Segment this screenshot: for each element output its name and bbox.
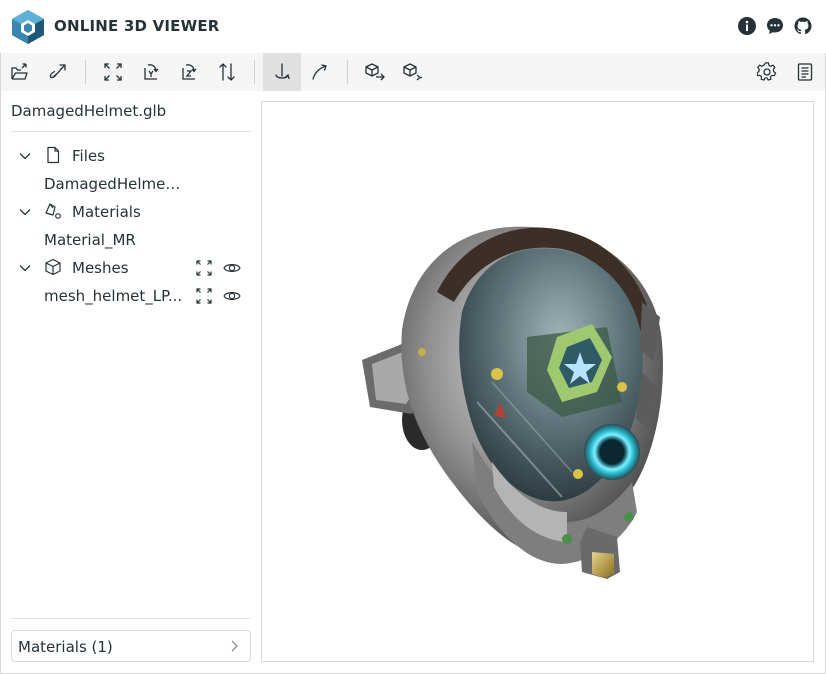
toggle-visibility-button[interactable] [222,286,242,306]
tree-group-label: Meshes [72,259,129,277]
fixed-up-icon [275,63,290,80]
chevron-down-icon[interactable] [19,150,31,162]
rotate-z-icon [182,64,197,80]
set-up-y-button[interactable] [132,53,170,91]
materials-icon [45,203,61,219]
navigator-panel: DamagedHelmet.glb Files DamagedHelmet.gl… [1,91,260,673]
link-icon [49,64,66,79]
tree-item-material[interactable]: Material_MR [11,226,251,254]
tree-group-label: Files [72,147,105,165]
tree-group-materials[interactable]: Materials [11,198,251,226]
fit-icon [196,288,212,304]
3d-viewport[interactable] [261,101,814,662]
export-button[interactable] [356,53,394,91]
free-orbit-button[interactable] [301,53,339,91]
materials-details-toggle[interactable]: Materials (1) [11,630,251,662]
tree-group-files[interactable]: Files [11,142,251,170]
details-icon [797,63,813,81]
header: ONLINE 3D VIEWER [0,0,826,53]
feedback-icon[interactable] [766,17,784,35]
divider [11,618,251,619]
fit-mesh-button[interactable] [194,286,214,306]
open-button[interactable] [1,53,39,91]
rotate-y-icon [144,64,159,80]
logo-icon [12,10,44,44]
fit-icon [104,63,122,81]
toolbar [1,53,825,91]
fit-icon [196,260,212,276]
github-icon[interactable] [794,17,812,35]
app-title: ONLINE 3D VIEWER [54,17,220,35]
tree-group-label: Materials [72,203,141,221]
toolbar-separator [85,60,86,84]
gear-icon [757,62,777,81]
mesh-icon [45,258,61,276]
share-icon [403,63,422,81]
chevron-down-icon[interactable] [19,262,31,274]
chevron-right-icon [231,640,238,652]
tree-item-label: Material_MR [44,231,136,249]
free-orbit-icon [312,64,327,80]
toolbar-separator [254,60,255,84]
chevron-down-icon[interactable] [19,206,31,218]
helmet-model-render [362,226,663,579]
open-folder-icon [11,63,28,80]
eye-icon [223,292,241,300]
open-url-button[interactable] [39,53,77,91]
fit-to-window-button[interactable] [94,53,132,91]
fixed-up-vector-button[interactable] [263,53,301,91]
info-icon[interactable] [738,17,756,35]
tree-item-mesh[interactable]: mesh_helmet_LP... [11,282,251,310]
toggle-visibility-button[interactable] [222,258,242,278]
divider [11,131,251,132]
flip-icon [219,63,235,81]
share-button[interactable] [394,53,432,91]
details-label: Materials (1) [18,638,113,656]
tree-item-label: DamagedHelmet.glb [44,175,186,193]
set-up-z-button[interactable] [170,53,208,91]
settings-button[interactable] [748,53,786,91]
export-icon [365,63,385,81]
file-icon [47,146,60,164]
flip-up-button[interactable] [208,53,246,91]
details-panel-button[interactable] [786,53,824,91]
tree-group-meshes[interactable]: Meshes [11,254,251,282]
fit-mesh-button[interactable] [194,258,214,278]
toolbar-separator [347,60,348,84]
eye-icon [223,264,241,272]
model-file-name: DamagedHelmet.glb [11,102,167,120]
tree-item-file[interactable]: DamagedHelmet.glb [11,170,251,198]
tree-view: Files DamagedHelmet.glb Materials Materi… [11,142,251,310]
tree-item-label: mesh_helmet_LP... [44,287,183,305]
